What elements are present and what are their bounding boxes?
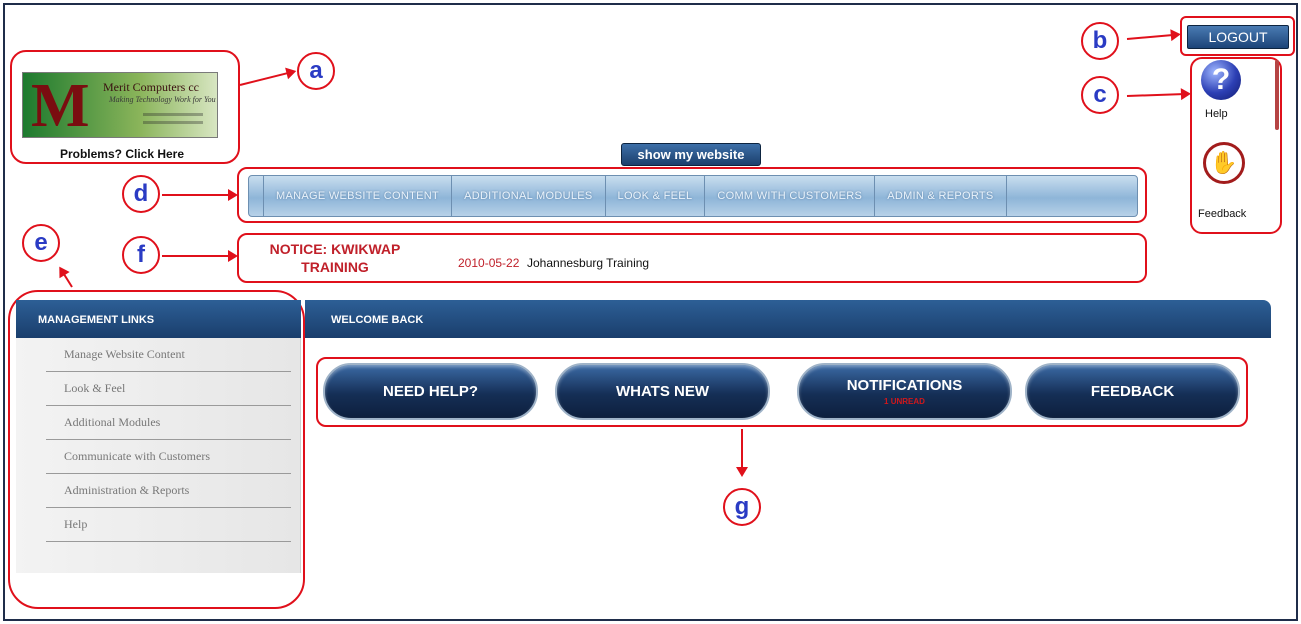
help-label: Help xyxy=(1205,108,1228,120)
arrow-d xyxy=(162,189,238,201)
arrow-f xyxy=(162,250,238,262)
notice-title: NOTICE: KWIKWAP TRAINING xyxy=(269,241,401,275)
callout-label-b: b xyxy=(1081,22,1119,60)
company-logo[interactable]: M Merit Computers cc Making Technology W… xyxy=(22,72,218,138)
arrow-g xyxy=(741,429,743,475)
feedback-button[interactable]: FEEDBACK xyxy=(1025,363,1240,420)
callout-label-c: c xyxy=(1081,76,1119,114)
nav-comm-with-customers[interactable]: COMM WITH CUSTOMERS xyxy=(705,176,876,216)
link-look-and-feel[interactable]: Look & Feel xyxy=(46,372,291,406)
link-communicate-with-customers[interactable]: Communicate with Customers xyxy=(46,440,291,474)
whats-new-button[interactable]: WHATS NEW xyxy=(555,363,770,420)
nav-admin-and-reports[interactable]: ADMIN & REPORTS xyxy=(875,176,1007,216)
need-help-button[interactable]: NEED HELP? xyxy=(323,363,538,420)
logo-decoration xyxy=(143,121,203,124)
side-scrollbar[interactable] xyxy=(1275,60,1279,130)
side-icon-panel: ? Help ✋ Feedback xyxy=(1195,60,1281,230)
callout-label-d: d xyxy=(122,175,160,213)
link-help[interactable]: Help xyxy=(46,508,291,542)
problems-link[interactable]: Problems? Click Here xyxy=(24,147,220,161)
show-website-button[interactable]: show my website xyxy=(621,143,761,166)
notifications-button[interactable]: NOTIFICATIONS 1 UNREAD xyxy=(797,363,1012,420)
callout-label-g: g xyxy=(723,488,761,526)
thumbs-feedback-icon[interactable]: ✋ xyxy=(1203,142,1245,184)
logo-letter: M xyxy=(31,72,90,138)
notice-date: 2010-05-22 xyxy=(458,256,520,270)
management-links-panel: Manage Website Content Look & Feel Addit… xyxy=(16,338,301,573)
management-links-header: MANAGEMENT LINKS xyxy=(16,300,301,338)
callout-label-e: e xyxy=(22,224,60,262)
feedback-button-label: FEEDBACK xyxy=(1090,383,1175,400)
nav-look-and-feel[interactable]: LOOK & FEEL xyxy=(606,176,706,216)
callout-label-f: f xyxy=(122,236,160,274)
notifications-label: NOTIFICATIONS xyxy=(846,377,963,394)
logo-decoration xyxy=(143,113,203,116)
notifications-unread-count: 1 UNREAD xyxy=(884,397,925,406)
logo-name: Merit Computers cc xyxy=(103,80,199,94)
welcome-header: WELCOME BACK xyxy=(305,300,1271,338)
top-nav-bar: MANAGE WEBSITE CONTENT ADDITIONAL MODULE… xyxy=(248,175,1138,217)
link-administration-and-reports[interactable]: Administration & Reports xyxy=(46,474,291,508)
link-manage-website-content[interactable]: Manage Website Content xyxy=(46,338,291,372)
feedback-label: Feedback xyxy=(1198,208,1247,220)
notice-text[interactable]: Johannesburg Training xyxy=(527,256,649,270)
callout-label-a: a xyxy=(297,52,335,90)
nav-additional-modules[interactable]: ADDITIONAL MODULES xyxy=(452,176,606,216)
link-additional-modules[interactable]: Additional Modules xyxy=(46,406,291,440)
logo-tagline: Making Technology Work for You xyxy=(109,95,216,104)
logout-button[interactable]: LOGOUT xyxy=(1187,25,1289,49)
help-icon[interactable]: ? xyxy=(1201,60,1241,100)
need-help-label: NEED HELP? xyxy=(382,383,478,400)
nav-manage-website-content[interactable]: MANAGE WEBSITE CONTENT xyxy=(263,176,453,216)
whats-new-label: WHATS NEW xyxy=(615,383,710,400)
